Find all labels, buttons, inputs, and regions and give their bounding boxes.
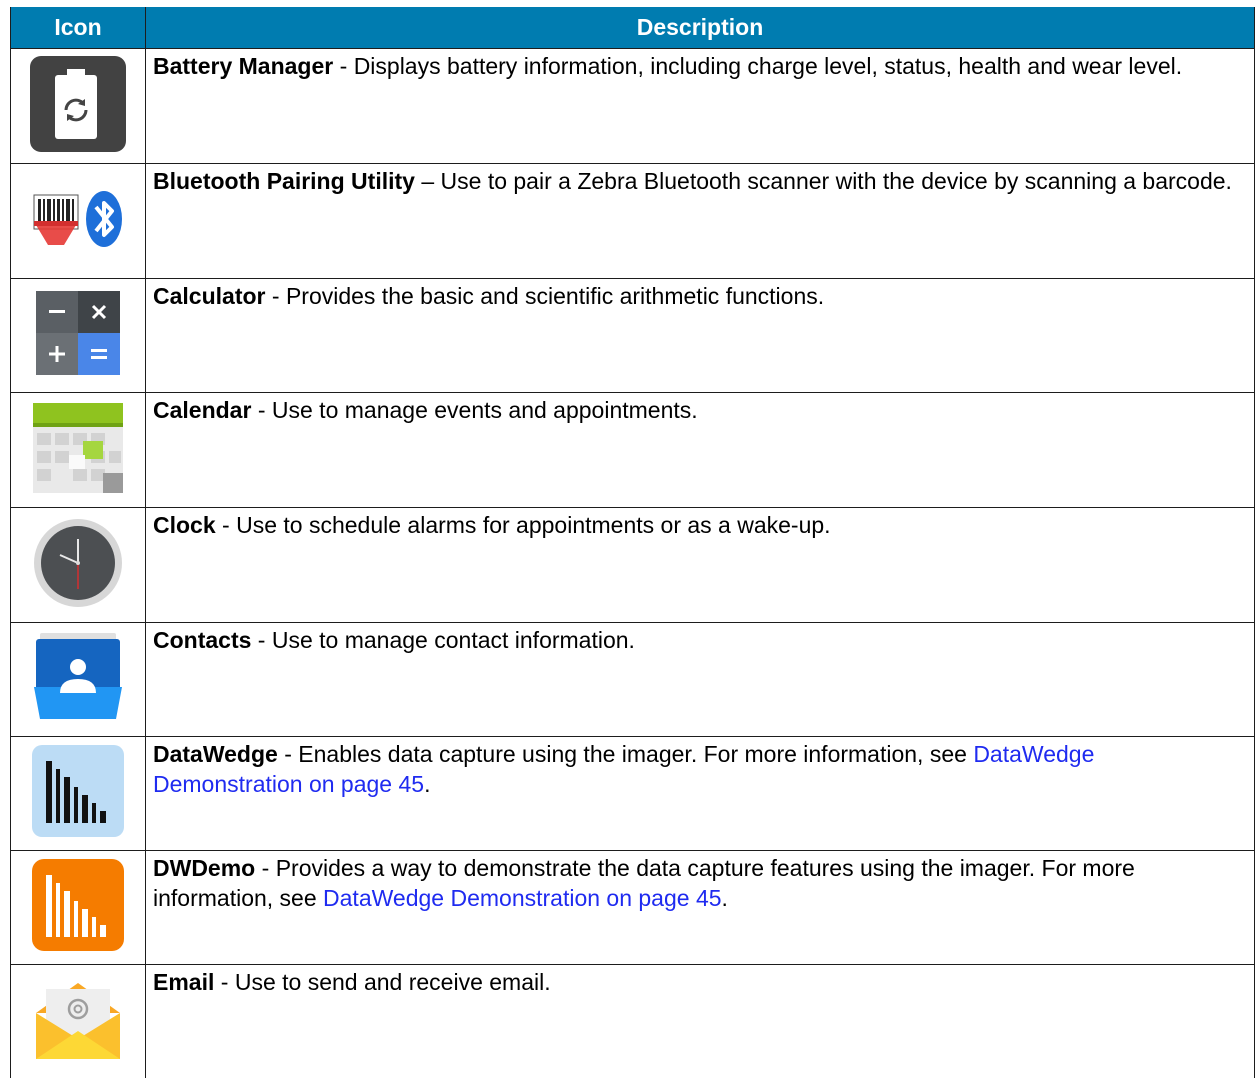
description-cell: DWDemo - Provides a way to demonstrate t… <box>145 850 1255 965</box>
description-cell: Calendar - Use to manage events and appo… <box>145 392 1255 508</box>
bluetooth-pairing-icon <box>30 181 126 262</box>
app-name: Calculator <box>153 283 266 309</box>
app-name: Calendar <box>153 397 252 423</box>
table-row: Battery Manager - Displays battery infor… <box>10 48 1255 164</box>
table-row: Calendar - Use to manage events and appo… <box>10 392 1255 508</box>
table-row: Calculator - Provides the basic and scie… <box>10 278 1255 393</box>
email-icon <box>30 975 126 1068</box>
app-description: Use to manage contact information. <box>271 627 635 653</box>
contacts-icon <box>30 631 126 728</box>
app-name: Contacts <box>153 627 252 653</box>
description-cell: Contacts - Use to manage contact informa… <box>145 622 1255 737</box>
battery-manager-icon <box>28 54 128 159</box>
icon-cell <box>10 964 146 1078</box>
description-cell: DataWedge - Enables data capture using t… <box>145 736 1255 851</box>
icon-cell <box>10 507 146 623</box>
table-row: Contacts - Use to manage contact informa… <box>10 622 1255 737</box>
app-description: Use to pair a Zebra Bluetooth scanner wi… <box>440 168 1232 194</box>
calendar-icon <box>31 401 125 500</box>
app-description: Displays battery information, including … <box>353 53 1183 79</box>
table-row: Email - Use to send and receive email. <box>10 964 1255 1078</box>
icon-cell <box>10 48 146 164</box>
icon-cell <box>10 392 146 508</box>
description-cell: Calculator - Provides the basic and scie… <box>145 278 1255 393</box>
app-description: Use to send and receive email. <box>234 969 551 995</box>
clock-icon <box>32 517 124 614</box>
icon-cell <box>10 278 146 393</box>
app-name: Bluetooth Pairing Utility <box>153 168 415 194</box>
app-name: Email <box>153 969 215 995</box>
app-name: DataWedge <box>153 741 278 767</box>
datawedge-icon <box>30 743 126 844</box>
app-description: Enables data capture using the imager. F… <box>298 741 974 767</box>
icon-cell <box>10 622 146 737</box>
app-name: DWDemo <box>153 855 256 881</box>
table-header-row: Icon Description <box>10 7 1255 49</box>
icon-cell <box>10 850 146 965</box>
cross-reference-link[interactable]: DataWedge Demonstration on page 45 <box>323 885 722 911</box>
app-description: Provides the basic and scientific arithm… <box>285 283 825 309</box>
app-description: Use to schedule alarms for appointments … <box>236 512 831 538</box>
icon-column-header: Icon <box>10 7 146 49</box>
app-name: Battery Manager <box>153 53 334 79</box>
table-row: DWDemo - Provides a way to demonstrate t… <box>10 850 1255 965</box>
description-column-header: Description <box>145 7 1255 49</box>
table-row: Bluetooth Pairing Utility – Use to pair … <box>10 163 1255 279</box>
description-cell: Email - Use to send and receive email. <box>145 964 1255 1078</box>
app-icon-table: Icon Description Battery Manager - Displ… <box>10 7 1255 1078</box>
app-description: Use to manage events and appointments. <box>271 397 698 423</box>
description-cell: Clock - Use to schedule alarms for appoi… <box>145 507 1255 623</box>
icon-cell <box>10 163 146 279</box>
table-row: DataWedge - Enables data capture using t… <box>10 736 1255 851</box>
table-row: Clock - Use to schedule alarms for appoi… <box>10 507 1255 623</box>
dwdemo-icon <box>30 857 126 958</box>
description-cell: Bluetooth Pairing Utility – Use to pair … <box>145 163 1255 279</box>
app-name: Clock <box>153 512 216 538</box>
icon-cell <box>10 736 146 851</box>
calculator-icon <box>34 289 122 382</box>
description-cell: Battery Manager - Displays battery infor… <box>145 48 1255 164</box>
